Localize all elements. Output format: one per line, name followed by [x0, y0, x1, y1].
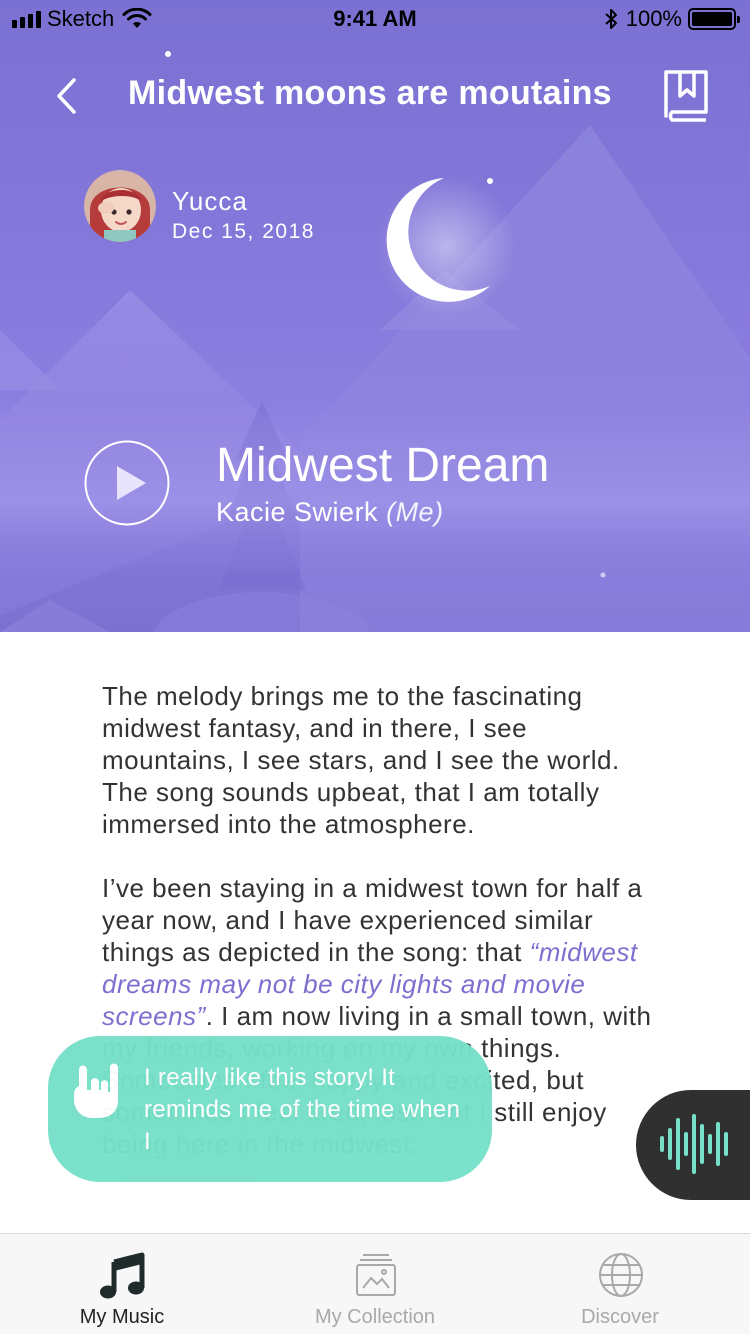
chevron-left-icon [57, 78, 76, 114]
battery-icon [688, 8, 740, 30]
bookmark-button[interactable] [660, 66, 712, 124]
status-right: 100% [604, 6, 740, 32]
song-artist: Kacie Swierk (Me) [216, 497, 444, 528]
globe-icon [599, 1253, 643, 1297]
comment-bubble[interactable]: I really like this story! It reminds me … [48, 1036, 492, 1182]
bluetooth-icon [605, 9, 617, 29]
story-paragraph: The melody brings me to the fascinating … [102, 681, 620, 839]
tab-label: Discover [581, 1306, 659, 1328]
rock-hand-icon [74, 1063, 118, 1118]
post-date: Dec 15, 2018 [172, 220, 315, 243]
author-name[interactable]: Yucca [172, 186, 248, 217]
status-bar: Sketch 9:41 AM 100% [0, 0, 750, 40]
tab-label: My Collection [314, 1306, 436, 1328]
hero-banner: Sketch 9:41 AM 100% Midwest moons are mo… [0, 0, 750, 632]
collection-box-icon [356, 1254, 396, 1296]
avatar[interactable] [84, 170, 156, 242]
music-note-icon [100, 1252, 145, 1299]
page-title: Midwest moons are moutains [128, 74, 612, 112]
song-title: Midwest Dream [216, 439, 550, 492]
artist-name: Kacie Swierk [216, 497, 379, 527]
play-button[interactable] [84, 440, 170, 526]
artist-note: (Me) [386, 497, 444, 527]
avatar-illustration [84, 170, 156, 242]
tab-discover[interactable]: Discover [560, 1234, 680, 1334]
tab-my-collection[interactable]: My Collection [300, 1234, 450, 1334]
battery-percent: 100% [625, 6, 682, 31]
sound-wave-icon [660, 1114, 728, 1174]
comment-text: I really like this story! It reminds me … [144, 1064, 461, 1155]
bookmark-book-icon [664, 70, 708, 122]
tab-bar: My Music My Collection Discover [0, 1233, 750, 1334]
tab-label: My Music [79, 1306, 165, 1328]
voice-record-button[interactable] [636, 1090, 750, 1200]
back-button[interactable] [44, 70, 88, 122]
play-icon [84, 440, 170, 526]
tab-my-music[interactable]: My Music [52, 1234, 192, 1334]
